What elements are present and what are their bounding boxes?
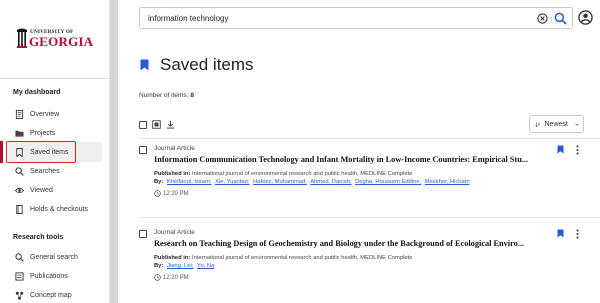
clear-icon[interactable] (537, 13, 548, 24)
dashboard-heading: My dashboard (13, 89, 61, 96)
result-title[interactable]: Research on Teaching Design of Geochemis… (154, 239, 551, 248)
by-label: By: (154, 179, 164, 185)
sidebar-divider (0, 78, 110, 79)
sidebar-item-publications[interactable]: Publications (8, 266, 102, 286)
result-checkbox[interactable] (139, 146, 147, 154)
sidebar-item-holds[interactable]: Holds & checkouts (8, 199, 102, 219)
clock-icon (154, 190, 161, 197)
sidebar-item-label: Holds & checkouts (30, 205, 88, 213)
bookmark-icon[interactable] (557, 229, 564, 238)
result-item: Journal Article Research on Teaching Des… (139, 226, 589, 296)
sidebar-item-projects[interactable]: Projects (8, 123, 102, 143)
download-icon[interactable] (166, 120, 175, 129)
author-link[interactable]: Xie, Yuantao; (215, 179, 249, 185)
main-content: Saved items Number of items: 8 Newest (118, 0, 600, 303)
search-input[interactable] (148, 12, 508, 25)
book-icon (14, 204, 24, 214)
result-title[interactable]: Information Communication Technology and… (154, 155, 551, 164)
app-frame: UNIVERSITY OF GEORGIA My dashboard Overv… (0, 0, 600, 303)
chevron-down-icon (575, 123, 579, 126)
eye-icon (14, 185, 24, 195)
page-title: Saved items (160, 55, 254, 74)
search-bar (139, 7, 573, 29)
bookmark-icon[interactable] (557, 145, 564, 154)
arch-logo-icon (17, 28, 27, 48)
highlight-outline (6, 141, 76, 163)
result-checkbox[interactable] (139, 230, 147, 238)
sort-icon (535, 121, 541, 127)
published-value: International journal of environmental r… (192, 255, 413, 261)
clock-icon (154, 274, 161, 281)
result-time-text: 12:20 PM (163, 274, 189, 281)
more-options-icon[interactable] (575, 145, 580, 155)
concept-map-icon (14, 290, 24, 300)
result-time: 12:20 PM (154, 274, 189, 281)
sidebar-item-viewed[interactable]: Viewed (8, 180, 102, 200)
university-logo[interactable]: UNIVERSITY OF GEORGIA (17, 26, 93, 54)
publication-icon (14, 271, 24, 281)
sort-dropdown[interactable]: Newest (529, 115, 584, 133)
sidebar-item-overview[interactable]: Overview (8, 104, 102, 124)
account-icon[interactable] (578, 10, 593, 25)
sidebar-item-label: Searches (30, 167, 60, 175)
item-count: Number of items: 8 (139, 92, 194, 99)
author-link[interactable]: Yu, Na (197, 263, 214, 269)
sort-selected: Newest (544, 120, 568, 128)
by-label: By: (154, 263, 164, 269)
result-authors: By: Jiang, Lei; Yu, Na (154, 263, 216, 269)
sidebar-item-label: Publications (30, 272, 68, 280)
search-icon (14, 166, 24, 176)
sidebar-item-concept-map[interactable]: Concept map (8, 285, 102, 303)
result-published: Published in: International journal of e… (154, 171, 412, 177)
item-count-value: 8 (190, 92, 194, 99)
author-link[interactable]: Meskher, Hicham (425, 179, 470, 185)
select-options-icon[interactable] (152, 120, 161, 129)
sidebar-item-label: Projects (30, 129, 56, 137)
search-icon[interactable] (554, 12, 567, 25)
divider (139, 217, 600, 218)
sidebar-item-general-search[interactable]: General search (8, 247, 102, 267)
author-link[interactable]: Khelfaoui, Issam; (167, 179, 211, 185)
sidebar-item-label: Viewed (30, 186, 53, 194)
search-icon (14, 252, 24, 262)
page-header: Saved items (140, 55, 254, 75)
folder-icon (14, 128, 24, 138)
sidebar-item-label: Overview (30, 110, 60, 118)
author-link[interactable]: Hafeez, Muhammad; (253, 179, 307, 185)
published-label: Published in: (154, 171, 191, 177)
sidebar-item-label: Concept map (30, 291, 72, 299)
published-label: Published in: (154, 255, 191, 261)
author-link[interactable]: Ahmed, Danish; (310, 179, 351, 185)
result-type: Journal Article (154, 145, 195, 152)
more-options-icon[interactable] (575, 229, 580, 239)
result-time: 12:20 PM (154, 190, 189, 197)
author-link[interactable]: Degha, Houssem Eddine; (355, 179, 421, 185)
result-item: Journal Article Information Communicatio… (139, 142, 589, 212)
published-value: International journal of environmental r… (192, 171, 413, 177)
divider (139, 138, 600, 139)
result-type: Journal Article (154, 229, 195, 236)
research-tools-heading: Research tools (13, 234, 64, 241)
active-indicator (0, 141, 3, 163)
sidebar: UNIVERSITY OF GEORGIA My dashboard Overv… (0, 0, 110, 303)
result-authors: By: Khelfaoui, Issam; Xie, Yuantao; Hafe… (154, 179, 472, 185)
item-count-label: Number of items: (139, 92, 189, 99)
author-link[interactable]: Jiang, Lei; (167, 263, 193, 269)
sidebar-item-searches[interactable]: Searches (8, 161, 102, 181)
logo-big-text: GEORGIA (29, 34, 94, 49)
bookmark-icon (140, 59, 149, 71)
sidebar-item-label: General search (30, 253, 78, 261)
select-all-checkbox[interactable] (139, 121, 147, 129)
sidebar-scrollbar[interactable] (110, 0, 118, 303)
result-time-text: 12:20 PM (163, 190, 189, 197)
result-published: Published in: International journal of e… (154, 255, 412, 261)
document-icon (14, 109, 24, 119)
